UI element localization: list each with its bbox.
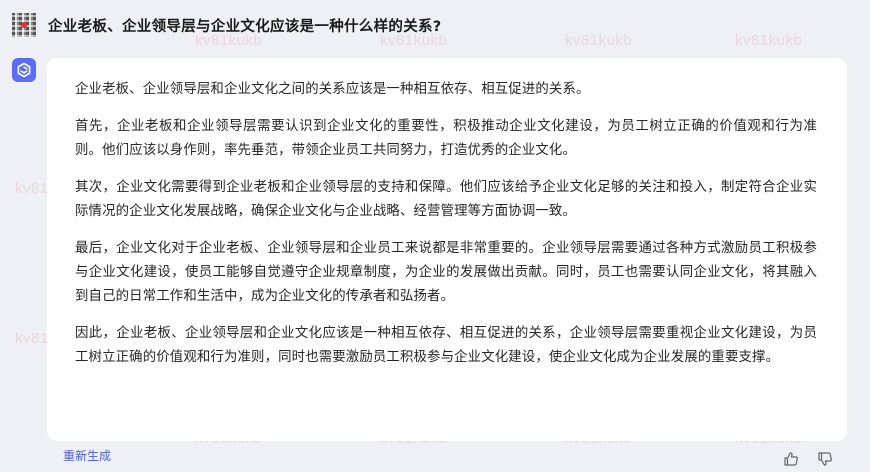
answer-paragraph: 因此，企业老板、企业领导层和企业文化应该是一种相互依存、相互促进的关系，企业领导… — [75, 326, 817, 365]
answer-card: 企业老板、企业领导层和企业文化之间的关系应该是一种相互依存、相互促进的关系。 首… — [47, 58, 847, 441]
user-avatar — [12, 13, 36, 37]
answer-paragraph: 最后，企业文化对于企业老板、企业领导层和企业员工来说都是非常重要的。企业领导层需… — [75, 241, 817, 304]
watermark: kv81kukb — [565, 32, 633, 49]
feedback-actions — [782, 450, 834, 468]
question-text: 企业老板、企业领导层与企业文化应该是一种什么样的关系? — [48, 18, 442, 35]
thumbs-down-icon — [818, 452, 832, 466]
like-button[interactable] — [782, 450, 800, 468]
regenerate-button[interactable]: 重新生成 — [63, 447, 111, 464]
answer-paragraph: 企业老板、企业领导层和企业文化之间的关系应该是一种相互依存、相互促进的关系。 — [75, 82, 590, 97]
watermark: kv81kukb — [735, 32, 803, 49]
dislike-button[interactable] — [816, 450, 834, 468]
answer-paragraph: 首先，企业老板和企业领导层需要认识到企业文化的重要性，积极推动企业文化建设，为员… — [75, 119, 817, 158]
thumbs-up-icon — [784, 452, 798, 466]
bot-avatar — [12, 58, 36, 82]
answer-paragraph: 其次，企业文化需要得到企业老板和企业领导层的支持和保障。他们应该给予企业文化足够… — [75, 180, 817, 219]
user-question-row: 企业老板、企业领导层与企业文化应该是一种什么样的关系? — [12, 12, 442, 38]
bot-logo-icon — [17, 62, 31, 78]
